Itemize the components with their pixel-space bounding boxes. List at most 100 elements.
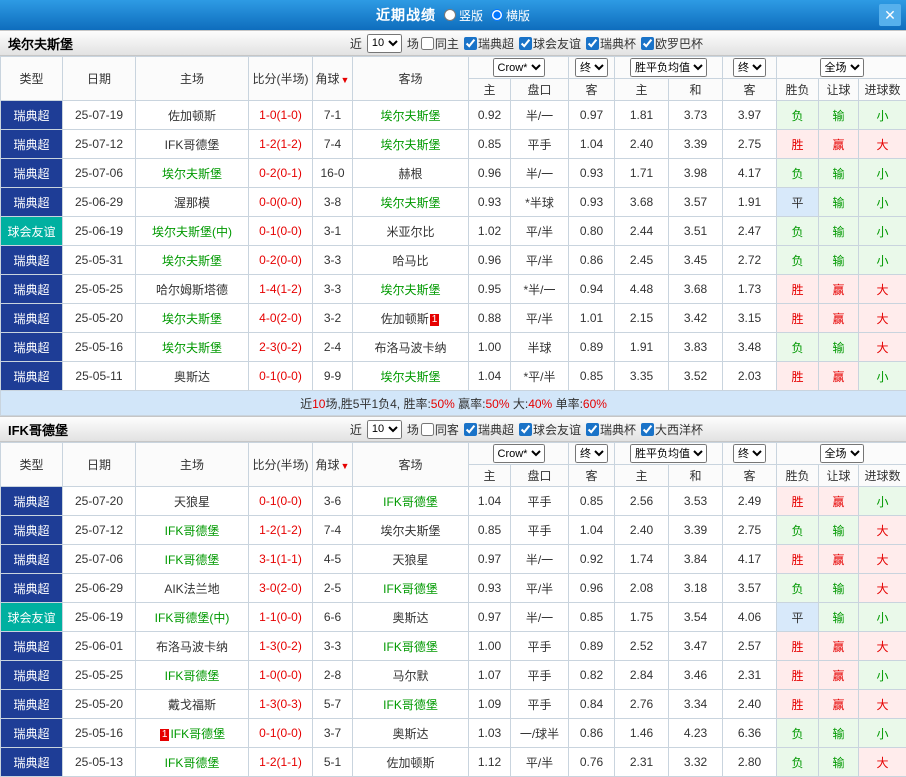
result-goals-cell: 大 [859, 516, 906, 545]
team-link[interactable]: IFK哥德堡 [165, 669, 220, 683]
team-link[interactable]: 奥斯达 [392, 727, 428, 741]
team-link[interactable]: 哈马比 [392, 254, 428, 268]
odds-away-cell: 1.01 [569, 304, 615, 333]
team-link[interactable]: 天狼星 [174, 495, 210, 509]
avg-win-cell: 1.46 [615, 719, 669, 748]
summary-segment: 50% [431, 397, 455, 411]
team-link[interactable]: 布洛马波卡纳 [374, 341, 446, 355]
avg-lose-cell: 2.75 [723, 516, 777, 545]
team-link[interactable]: IFK哥德堡 [383, 495, 438, 509]
team-link[interactable]: 埃尔夫斯堡 [380, 370, 440, 384]
league-checkbox[interactable] [586, 423, 599, 436]
league-checkbox[interactable] [519, 37, 532, 50]
recent-count-select[interactable]: 10 [367, 420, 402, 439]
team-link[interactable]: IFK哥德堡(中) [155, 611, 230, 625]
result-handicap-cell: 赢 [819, 362, 859, 391]
avg-odds-select[interactable]: 胜平负均值 [630, 58, 707, 77]
team-link[interactable]: 埃尔夫斯堡 [380, 109, 440, 123]
team-link[interactable]: 渥那模 [174, 196, 210, 210]
away-team-cell: 天狼星 [353, 545, 469, 574]
team-link[interactable]: IFK哥德堡 [383, 640, 438, 654]
league-checkbox[interactable] [464, 37, 477, 50]
team-link[interactable]: IFK哥德堡 [165, 524, 220, 538]
date-cell: 25-05-25 [63, 275, 136, 304]
league-checkbox-text: 欧罗巴杯 [655, 35, 703, 52]
layout-radio-horizontal[interactable] [491, 9, 503, 21]
result-handicap-cell: 输 [819, 217, 859, 246]
league-checkbox[interactable] [519, 423, 532, 436]
handicap-cell: *半/一 [511, 275, 569, 304]
team-link[interactable]: AIK法兰地 [164, 582, 219, 596]
avg-odds-select[interactable]: 胜平负均值 [630, 444, 707, 463]
bookmaker-select[interactable]: Crow* [493, 444, 545, 463]
date-cell: 25-07-06 [63, 545, 136, 574]
table-row: 球会友谊25-06-19IFK哥德堡(中)1-1(0-0)6-6奥斯达0.97半… [1, 603, 906, 632]
team-link[interactable]: 米亚尔比 [386, 225, 434, 239]
scope-select[interactable]: 全场 [820, 58, 864, 77]
recent-count-select[interactable]: 10 [367, 34, 402, 53]
team-link[interactable]: 埃尔夫斯堡 [162, 254, 222, 268]
team-link[interactable]: 戴戈福斯 [168, 698, 216, 712]
team-link[interactable]: 佐加顿斯 [381, 312, 429, 326]
same-venue-checkbox[interactable] [421, 423, 434, 436]
league-checkbox-text: 瑞典杯 [600, 35, 636, 52]
league-checkbox[interactable] [641, 423, 654, 436]
summary-segment: 60% [583, 397, 607, 411]
team-link[interactable]: IFK哥德堡 [383, 582, 438, 596]
odds-away-cell: 0.89 [569, 632, 615, 661]
filter-label-near: 近 [350, 35, 362, 52]
sort-down-icon[interactable]: ▼ [341, 461, 350, 471]
home-team-cell: 1IFK哥德堡 [136, 719, 249, 748]
team-link[interactable]: IFK哥德堡 [165, 756, 220, 770]
team-link[interactable]: IFK哥德堡 [165, 553, 220, 567]
league-cell: 瑞典超 [1, 632, 63, 661]
team-link[interactable]: 布洛马波卡纳 [156, 640, 228, 654]
final-odds-select[interactable]: 终 [575, 444, 608, 463]
league-cell: 瑞典超 [1, 188, 63, 217]
team-link[interactable]: 佐加顿斯 [168, 109, 216, 123]
team-link[interactable]: 天狼星 [392, 553, 428, 567]
team-link[interactable]: 赫根 [398, 167, 422, 181]
league-checkbox[interactable] [464, 423, 477, 436]
result-wl-cell: 平 [777, 603, 819, 632]
team-link[interactable]: 埃尔夫斯堡 [380, 283, 440, 297]
team-link[interactable]: 佐加顿斯 [386, 756, 434, 770]
layout-radio-vertical[interactable] [444, 9, 456, 21]
table-row: 瑞典超25-05-161IFK哥德堡0-1(0-0)3-7奥斯达1.03一/球半… [1, 719, 906, 748]
league-checkbox[interactable] [586, 37, 599, 50]
team-link[interactable]: IFK哥德堡 [383, 698, 438, 712]
league-cell: 瑞典超 [1, 690, 63, 719]
same-venue-checkbox[interactable] [421, 37, 434, 50]
odds-away-cell: 0.97 [569, 101, 615, 130]
odds-home-cell: 0.85 [469, 516, 511, 545]
final-avg-select[interactable]: 终 [733, 58, 766, 77]
team-link[interactable]: 埃尔夫斯堡(中) [152, 225, 232, 239]
team-link[interactable]: 埃尔夫斯堡 [380, 524, 440, 538]
sort-down-icon[interactable]: ▼ [341, 75, 350, 85]
team-link[interactable]: 哈尔姆斯塔德 [156, 283, 228, 297]
team-link[interactable]: 马尔默 [392, 669, 428, 683]
result-handicap-cell: 输 [819, 159, 859, 188]
final-odds-select[interactable]: 终 [575, 58, 608, 77]
team-link[interactable]: 埃尔夫斯堡 [380, 138, 440, 152]
same-venue-checkbox-label: 同主 [421, 35, 459, 52]
score-cell: 0-0(0-0) [249, 188, 313, 217]
odds-home-cell: 1.02 [469, 217, 511, 246]
avg-win-cell: 4.48 [615, 275, 669, 304]
league-checkbox[interactable] [641, 37, 654, 50]
final-avg-select[interactable]: 终 [733, 444, 766, 463]
team-link[interactable]: 奥斯达 [392, 611, 428, 625]
bookmaker-select[interactable]: Crow* [493, 58, 545, 77]
team-link[interactable]: 埃尔夫斯堡 [162, 312, 222, 326]
team-link[interactable]: IFK哥德堡 [170, 727, 225, 741]
result-goals-cell: 小 [859, 487, 906, 516]
team-link[interactable]: 埃尔夫斯堡 [162, 341, 222, 355]
team-link[interactable]: IFK哥德堡 [165, 138, 220, 152]
team-link[interactable]: 埃尔夫斯堡 [162, 167, 222, 181]
team-link[interactable]: 埃尔夫斯堡 [380, 196, 440, 210]
odds-away-cell: 0.92 [569, 545, 615, 574]
avg-draw-cell: 3.52 [669, 362, 723, 391]
team-link[interactable]: 奥斯达 [174, 370, 210, 384]
scope-select[interactable]: 全场 [820, 444, 864, 463]
close-icon[interactable]: ✕ [879, 4, 901, 26]
